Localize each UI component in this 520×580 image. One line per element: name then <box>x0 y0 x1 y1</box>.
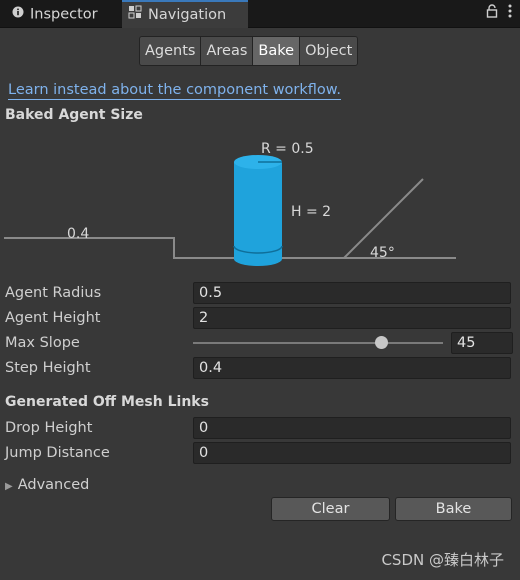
jump-distance-label: Jump Distance <box>5 445 110 461</box>
agent-radius-field[interactable]: 0.5 <box>193 282 511 304</box>
lock-icon[interactable] <box>486 4 498 22</box>
height-annotation: H = 2 <box>291 204 331 220</box>
clear-button[interactable]: Clear <box>271 497 390 521</box>
bake-button[interactable]: Bake <box>395 497 512 521</box>
agent-height-field[interactable]: 2 <box>193 307 511 329</box>
max-slope-row: Max Slope 45 <box>5 332 515 354</box>
drop-height-row: Drop Height 0 <box>5 417 515 439</box>
navigation-mode-toolbar: Agents Areas Bake Object <box>139 36 359 66</box>
agent-radius-row: Agent Radius 0.5 <box>5 282 515 304</box>
tab-navigation-label: Navigation <box>148 7 227 23</box>
tab-areas[interactable]: Areas <box>201 37 254 65</box>
agent-height-label: Agent Height <box>5 310 101 326</box>
agent-cylinder-body <box>234 162 282 259</box>
advanced-label: Advanced <box>17 477 90 493</box>
agent-radius-label: Agent Radius <box>5 285 102 301</box>
tab-navigation[interactable]: Navigation <box>122 0 248 28</box>
step-annotation: 0.4 <box>67 226 89 242</box>
slope-annotation: 45° <box>370 245 395 261</box>
tab-bake[interactable]: Bake <box>253 37 301 65</box>
jump-distance-field[interactable]: 0 <box>193 442 511 464</box>
advanced-foldout[interactable]: ▶ Advanced <box>5 475 89 497</box>
ground-profile-line <box>4 178 424 259</box>
jump-distance-row: Jump Distance 0 <box>5 442 515 464</box>
radius-annotation: R = 0.5 <box>261 141 314 157</box>
tab-object[interactable]: Object <box>300 37 358 65</box>
more-options-icon[interactable] <box>508 4 512 22</box>
component-workflow-link[interactable]: Learn instead about the component workfl… <box>8 81 341 100</box>
foldout-arrow-icon: ▶ <box>5 481 13 492</box>
agent-height-row: Agent Height 2 <box>5 307 515 329</box>
off-mesh-links-heading: Generated Off Mesh Links <box>5 394 209 410</box>
tab-inspector[interactable]: Inspector <box>4 2 118 27</box>
tab-agents[interactable]: Agents <box>140 37 202 65</box>
step-height-row: Step Height 0.4 <box>5 357 515 379</box>
navigation-icon <box>128 2 142 28</box>
max-slope-label: Max Slope <box>5 335 80 351</box>
watermark: CSDN @臻白林子 <box>381 551 504 569</box>
window-tab-bar: Inspector Navigation <box>0 0 520 28</box>
max-slope-slider-track[interactable] <box>193 342 443 344</box>
drop-height-field[interactable]: 0 <box>193 417 511 439</box>
max-slope-slider-handle[interactable] <box>374 336 388 349</box>
tab-inspector-label: Inspector <box>30 6 98 23</box>
info-icon <box>12 2 24 27</box>
agent-cylinder-bottom <box>234 252 282 266</box>
step-height-field[interactable]: 0.4 <box>193 357 511 379</box>
agent-size-diagram: R = 0.5 H = 2 0.4 45° <box>4 141 456 266</box>
max-slope-field[interactable]: 45 <box>451 332 513 354</box>
step-height-label: Step Height <box>5 360 91 376</box>
baked-agent-size-heading: Baked Agent Size <box>5 107 143 123</box>
drop-height-label: Drop Height <box>5 420 93 436</box>
